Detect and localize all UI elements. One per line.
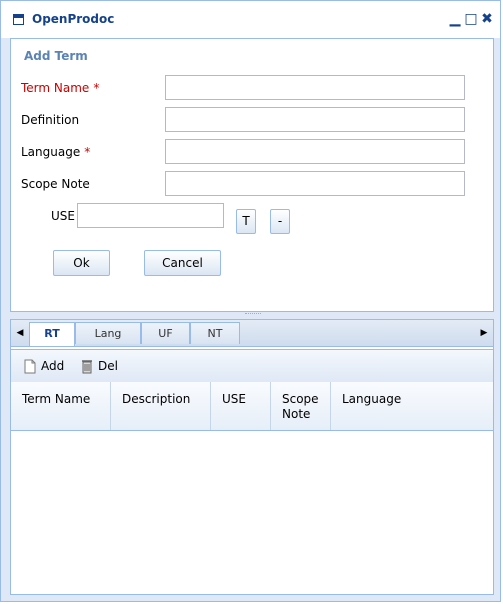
scroll-right-icon[interactable]: ▶ <box>475 320 493 346</box>
column-header-language[interactable]: Language <box>331 382 493 430</box>
column-header-description[interactable]: Description <box>111 382 211 430</box>
column-header-use[interactable]: USE <box>211 382 271 430</box>
scope-note-field[interactable] <box>165 171 465 196</box>
relations-panel: ◀ RT Lang UF NT ▶ Add Del Term Name Desc… <box>10 319 494 595</box>
add-label: Add <box>41 359 65 373</box>
language-field[interactable] <box>165 139 465 164</box>
trash-icon <box>82 360 92 374</box>
add-term-form: Add Term Term Name * Definition Language *… <box>10 38 494 312</box>
term-name-label: Term Name * <box>21 81 99 95</box>
t-button[interactable]: T <box>236 209 256 234</box>
definition-label: Definition <box>21 113 80 127</box>
openprodoc-window: OpenProdoc ▁ □ ✖ Add Term Term Name * Def… <box>0 0 501 602</box>
scroll-left-icon[interactable]: ◀ <box>11 320 29 346</box>
tab-uf[interactable]: UF <box>141 322 190 344</box>
tab-rt[interactable]: RT <box>29 322 75 346</box>
column-header-term-name[interactable]: Term Name <box>11 382 111 430</box>
use-field[interactable] <box>77 203 224 228</box>
required-mark: * <box>84 145 91 159</box>
splitter-handle[interactable] <box>245 313 261 316</box>
add-button[interactable]: Add <box>24 357 64 375</box>
close-icon[interactable]: ✖ <box>480 11 494 27</box>
term-name-label-text: Term Name <box>21 81 90 95</box>
tab-strip: ◀ RT Lang UF NT ▶ <box>11 320 493 347</box>
grid-body <box>11 431 493 594</box>
del-button[interactable]: Del <box>81 357 118 375</box>
tab-lang[interactable]: Lang <box>75 322 141 344</box>
tab-nt[interactable]: NT <box>190 322 240 344</box>
title-bar[interactable]: OpenProdoc ▁ □ ✖ <box>1 1 500 38</box>
minimize-icon[interactable]: ▁ <box>448 11 462 27</box>
form-heading: Add Term <box>24 49 88 63</box>
ok-button[interactable]: Ok <box>53 250 110 276</box>
language-label-text: Language <box>21 145 81 159</box>
del-label: Del <box>98 359 118 373</box>
cancel-button[interactable]: Cancel <box>144 250 221 276</box>
use-label: USE <box>51 209 75 223</box>
column-header-scope-note[interactable]: Scope Note <box>271 382 331 430</box>
window-icon <box>13 14 24 25</box>
window-title: OpenProdoc <box>32 12 115 26</box>
new-document-icon <box>24 359 36 374</box>
grid-toolbar: Add Del <box>11 349 493 383</box>
scope-note-label: Scope Note <box>21 177 90 191</box>
grid-header: Term Name Description USE Scope Note Lan… <box>11 382 493 431</box>
required-mark: * <box>93 81 100 95</box>
language-label: Language * <box>21 145 90 159</box>
maximize-icon[interactable]: □ <box>464 11 478 27</box>
definition-field[interactable] <box>165 107 465 132</box>
term-name-field[interactable] <box>165 75 465 100</box>
minus-button[interactable]: - <box>270 209 290 234</box>
